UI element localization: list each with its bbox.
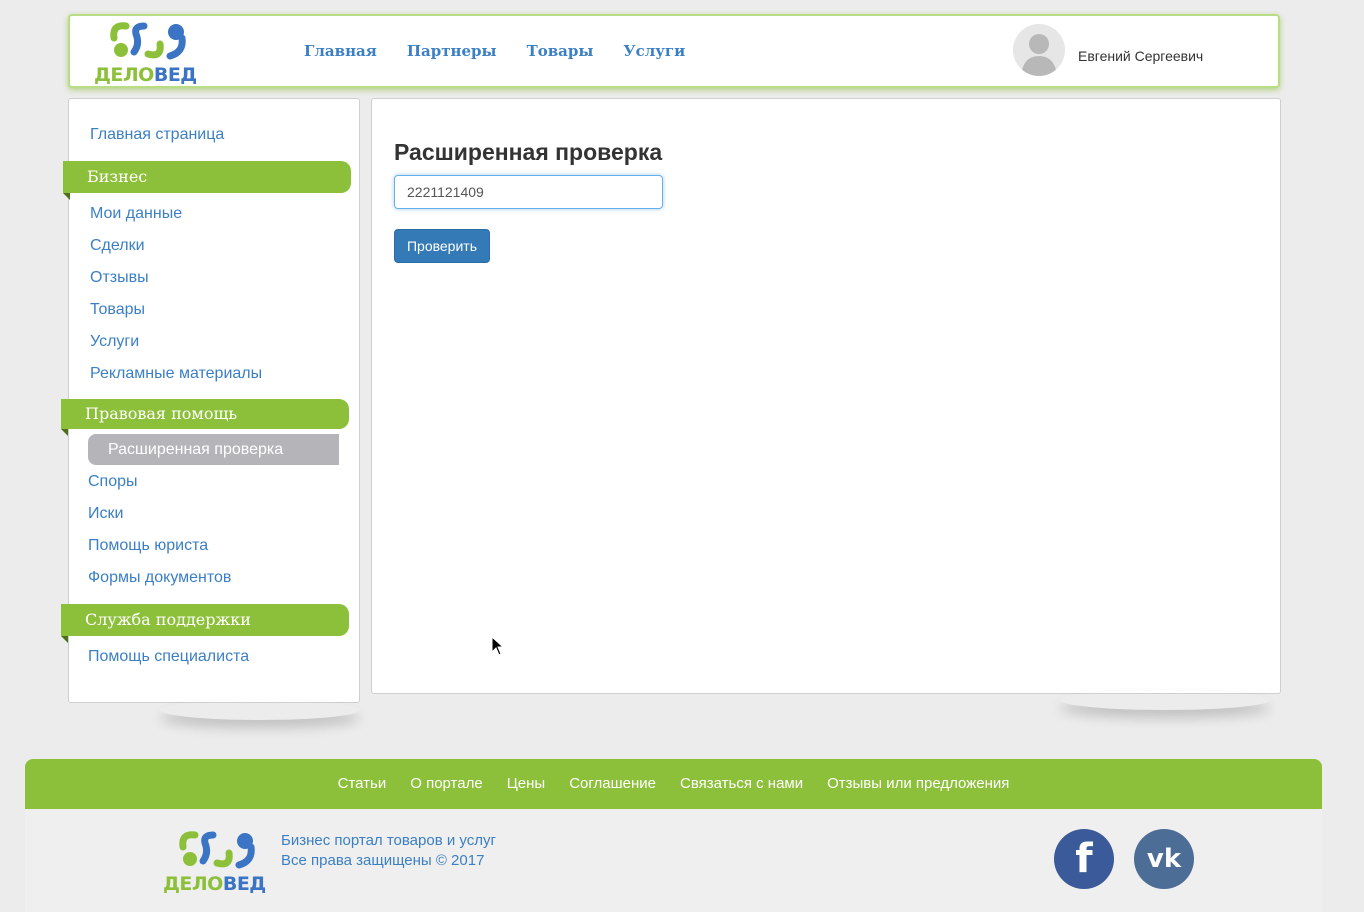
user-name[interactable]: Евгений Сергеевич: [1078, 48, 1203, 64]
footer-link-agreement[interactable]: Соглашение: [569, 775, 656, 792]
section-title: Правовая помощь: [85, 404, 238, 423]
sidebar-item-ad-materials[interactable]: Рекламные материалы: [90, 365, 262, 383]
section-title: Бизнес: [87, 167, 148, 186]
footer: ДЕЛОВЕД Бизнес портал товаров и услуг Вс…: [25, 809, 1322, 912]
footer-tagline: Бизнес портал товаров и услуг: [281, 832, 496, 849]
logo-text: ДЕЛОВЕД: [163, 873, 266, 895]
mouse-cursor-icon: [491, 636, 505, 656]
section-title: Служба поддержки: [85, 610, 251, 629]
nav-services[interactable]: Услуги: [623, 42, 685, 60]
user-silhouette-icon: [1021, 34, 1057, 76]
footer-link-prices[interactable]: Цены: [507, 775, 546, 792]
sidebar-item-disputes[interactable]: Споры: [88, 473, 138, 491]
delo-ved-logo[interactable]: ДЕЛОВЕД: [94, 20, 212, 86]
sidebar-item-claims[interactable]: Иски: [88, 505, 123, 523]
sidebar-item-reviews[interactable]: Отзывы: [90, 269, 149, 287]
nav-products[interactable]: Товары: [527, 42, 594, 60]
sidebar-item-my-data[interactable]: Мои данные: [90, 205, 182, 223]
ribbon-fold: [61, 429, 68, 436]
footer-link-about[interactable]: О портале: [410, 775, 482, 792]
footer-copyright: Все права защищены © 2017: [281, 852, 485, 869]
sidebar-item-lawyer-help[interactable]: Помощь юриста: [88, 537, 208, 555]
sidebar-section-business: Бизнес: [63, 161, 351, 200]
avatar[interactable]: [1013, 24, 1065, 76]
footer-link-articles[interactable]: Статьи: [338, 775, 387, 792]
sidebar-item-services[interactable]: Услуги: [90, 333, 139, 351]
logo-text: ДЕЛОВЕД: [94, 64, 197, 86]
sidebar-item-extended-check[interactable]: Расширенная проверка: [88, 434, 339, 465]
footer-nav-bar: Статьи О портале Цены Соглашение Связать…: [25, 759, 1322, 809]
logo-mark-icon: [179, 831, 255, 869]
sidebar-item-specialist-help[interactable]: Помощь специалиста: [88, 648, 249, 666]
footer-links: Статьи О портале Цены Соглашение Связать…: [25, 775, 1322, 792]
sidebar-section-legal: Правовая помощь: [61, 399, 349, 436]
footer-text: Бизнес портал товаров и услуг Все права …: [281, 831, 496, 871]
nav-home[interactable]: Главная: [304, 42, 377, 60]
inn-input[interactable]: [394, 175, 663, 209]
nav-partners[interactable]: Партнеры: [407, 42, 497, 60]
footer-logo[interactable]: ДЕЛОВЕД: [163, 829, 281, 895]
sidebar-section-support: Служба поддержки: [61, 604, 349, 643]
sidebar-item-home[interactable]: Главная страница: [90, 126, 224, 144]
vk-icon[interactable]: vk: [1134, 829, 1194, 889]
logo-mark-icon: [110, 22, 186, 60]
check-button[interactable]: Проверить: [394, 229, 490, 263]
ribbon-fold: [63, 193, 70, 200]
ribbon-fold: [61, 636, 68, 643]
footer-link-feedback[interactable]: Отзывы или предложения: [827, 775, 1009, 792]
footer-link-contact[interactable]: Связаться с нами: [680, 775, 803, 792]
main-shadow: [1060, 690, 1270, 710]
sidebar-item-deals[interactable]: Сделки: [90, 237, 145, 255]
site-header: ДЕЛОВЕД Главная Партнеры Товары Услуги Е…: [68, 14, 1280, 88]
facebook-icon[interactable]: f: [1054, 829, 1114, 889]
main-nav: Главная Партнеры Товары Услуги: [304, 42, 685, 60]
main-panel: Расширенная проверка Проверить: [371, 98, 1281, 694]
sidebar-item-document-forms[interactable]: Формы документов: [88, 569, 231, 587]
sidebar-item-products[interactable]: Товары: [90, 301, 145, 319]
sidebar-shadow: [160, 700, 360, 720]
page-title: Расширенная проверка: [394, 139, 663, 165]
